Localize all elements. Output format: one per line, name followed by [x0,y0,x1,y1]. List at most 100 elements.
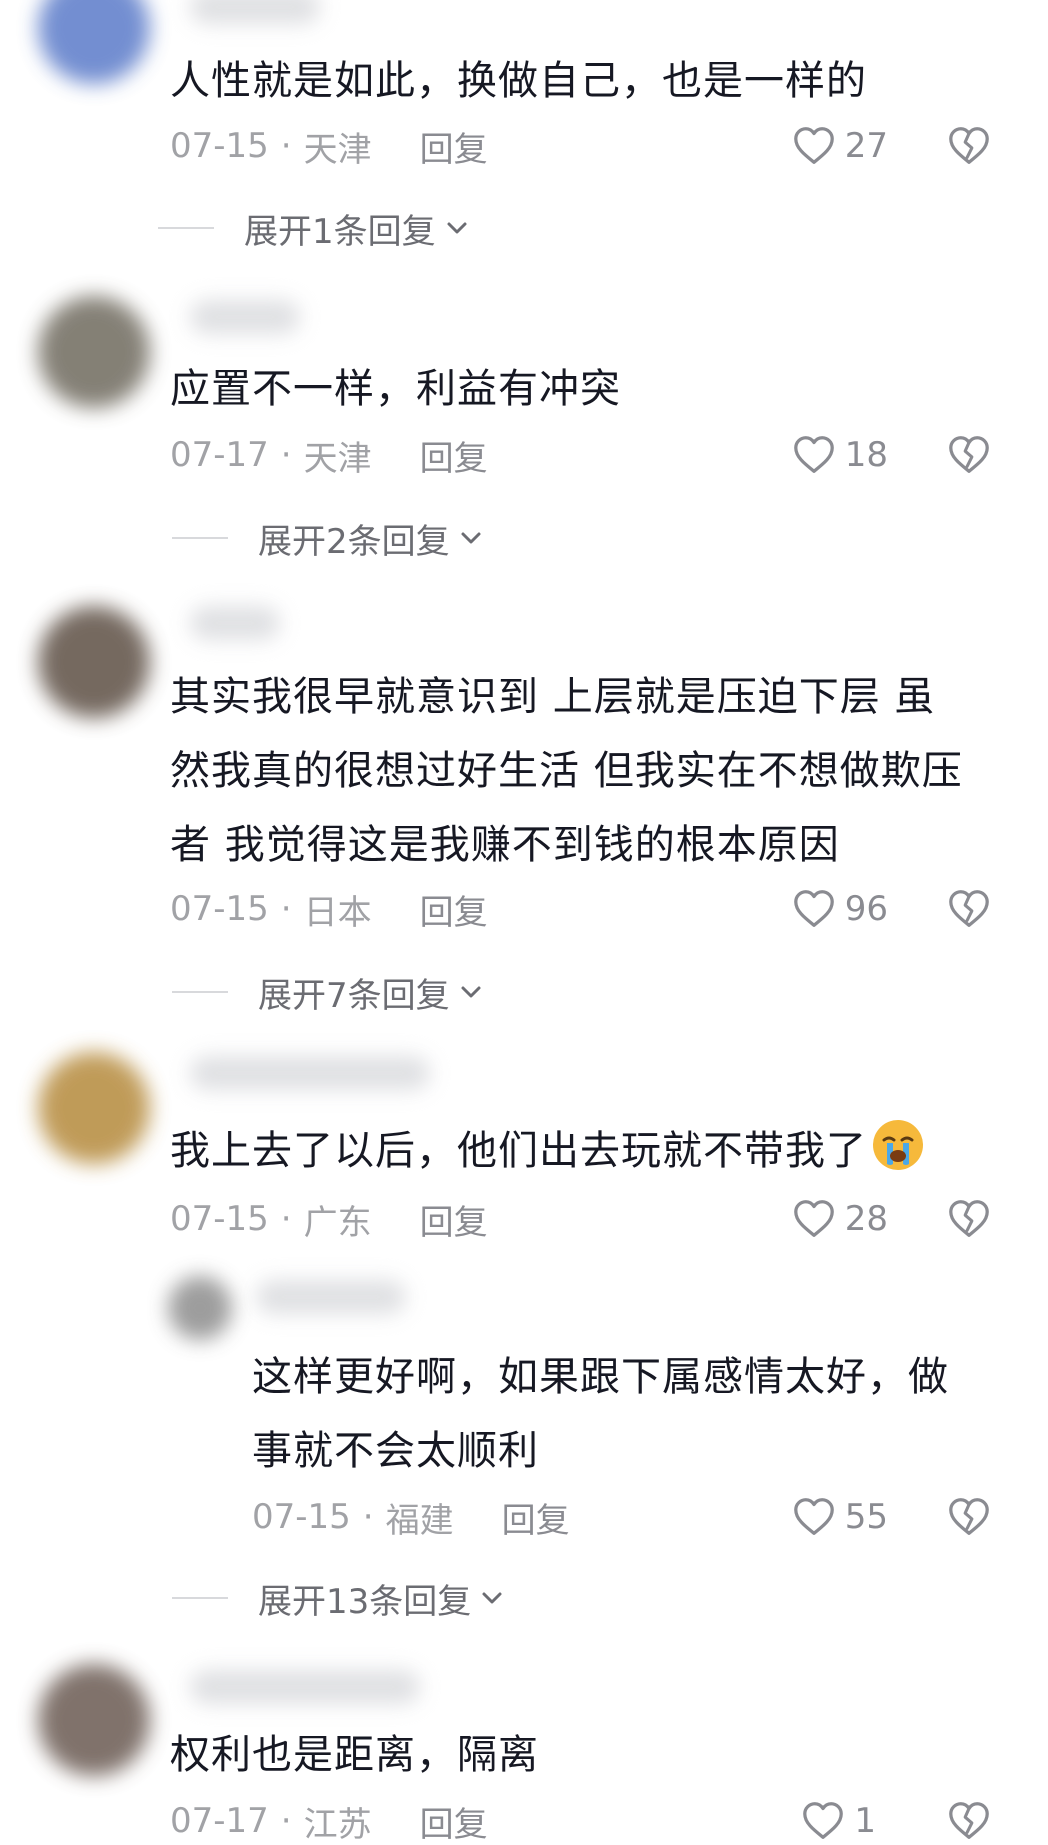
comment-meta: 07-15 · 天津 回复 [170,121,488,171]
username[interactable] [256,1280,406,1314]
chevron-down-icon [477,1583,507,1613]
broken-heart-icon [946,1196,992,1242]
chevron-down-icon [456,523,486,553]
comment-meta: 07-15 · 日本 回复 [170,884,488,934]
chevron-down-icon [442,213,472,243]
comment-date: 07-17 [170,1801,269,1841]
comment-text-content: 我上去了以后，他们出去玩就不带我了 [170,1128,867,1174]
username[interactable] [190,0,320,24]
comment-date: 07-15 [170,889,269,929]
chevron-down-icon [456,977,486,1007]
meta-separator: · [280,126,292,166]
reply-button[interactable]: 回复 [420,431,488,480]
comment-meta: 07-17 · 天津 回复 [170,430,488,480]
comment-location: 天津 [303,438,372,479]
reply-meta: 07-15 · 福建 回复 [252,1492,570,1542]
expand-replies-label: 展开7条回复 [258,975,450,1016]
like-button[interactable]: 55 [791,1492,888,1542]
like-count: 28 [844,1199,888,1239]
heart-outline-icon [791,1494,837,1540]
avatar[interactable] [38,1664,150,1776]
dislike-button[interactable] [946,1492,992,1542]
comment-date: 07-15 [170,1199,269,1239]
meta-separator: · [280,889,292,929]
username[interactable] [190,300,300,334]
username[interactable] [190,1670,420,1704]
meta-separator: · [280,1801,292,1841]
expand-replies-label: 展开1条回复 [244,211,436,252]
comment-location: 江苏 [303,1804,372,1845]
reply-text-line: 事就不会太顺利 [252,1428,539,1474]
comment-location: 广东 [303,1202,372,1243]
dislike-button[interactable] [946,1796,992,1845]
reply-button[interactable]: 回复 [502,1493,570,1542]
comment-meta: 07-15 · 广东 回复 [170,1194,488,1244]
dislike-button[interactable] [946,430,992,480]
reply-text-line: 这样更好啊，如果跟下属感情太好，做 [252,1354,949,1400]
dislike-button[interactable] [946,1194,992,1244]
like-count: 55 [844,1497,888,1537]
dislike-button[interactable] [946,884,992,934]
expand-replies-label: 展开2条回复 [258,521,450,562]
expand-replies-button[interactable]: 展开7条回复 [172,970,486,1016]
avatar[interactable] [38,296,150,408]
like-button[interactable]: 96 [791,884,888,934]
reply-text: 这样更好啊，如果跟下属感情太好，做 事就不会太顺利 [252,1340,1008,1488]
reply-button[interactable]: 回复 [420,122,488,171]
reply-button[interactable]: 回复 [420,1195,488,1244]
heart-outline-icon [791,886,837,932]
divider-line [172,537,228,539]
comment-text: 其实我很早就意识到 上层就是压迫下层 虽 然我真的很想过好生活 但我实在不想做欺… [170,660,1008,882]
comment-text: 我上去了以后，他们出去玩就不带我了 [170,1114,1008,1188]
heart-outline-icon [791,432,837,478]
like-count: 96 [844,889,888,929]
heart-outline-icon [800,1798,846,1844]
username[interactable] [190,1056,430,1090]
expand-replies-button[interactable]: 展开13条回复 [172,1576,507,1622]
like-count: 27 [844,126,888,166]
heart-outline-icon [791,123,837,169]
avatar[interactable] [168,1276,232,1340]
reply-button[interactable]: 回复 [420,885,488,934]
comment-text-line: 者 我觉得这是我赚不到钱的根本原因 [170,822,840,868]
crying-face-emoji-icon [871,1118,925,1172]
avatar[interactable] [38,606,150,718]
expand-replies-label: 展开13条回复 [258,1581,472,1622]
dislike-button[interactable] [946,121,992,171]
comment-text: 权利也是距离，隔离 [170,1732,539,1778]
comment-location: 日本 [303,892,372,933]
comment-date: 07-17 [170,435,269,475]
meta-separator: · [280,1199,292,1239]
username[interactable] [190,606,280,640]
reply-location: 福建 [385,1500,454,1541]
like-count: 1 [854,1801,876,1841]
avatar[interactable] [38,0,150,84]
like-button[interactable]: 1 [800,1796,876,1845]
comment-text: 人性就是如此，换做自己，也是一样的 [170,58,867,104]
broken-heart-icon [946,1494,992,1540]
avatar[interactable] [38,1052,150,1164]
comment-date: 07-15 [170,126,269,166]
like-count: 18 [844,435,888,475]
comment-meta: 07-17 · 江苏 回复 [170,1796,488,1845]
like-button[interactable]: 18 [791,430,888,480]
divider-line [172,991,228,993]
like-button[interactable]: 27 [791,121,888,171]
broken-heart-icon [946,123,992,169]
comment-text-line: 然我真的很想过好生活 但我实在不想做欺压 [170,748,963,794]
meta-separator: · [362,1497,374,1537]
broken-heart-icon [946,432,992,478]
like-button[interactable]: 28 [791,1194,888,1244]
broken-heart-icon [946,1798,992,1844]
comment-text-line: 其实我很早就意识到 上层就是压迫下层 虽 [170,674,936,720]
comment-location: 天津 [303,129,372,170]
comment-text: 应置不一样，利益有冲突 [170,366,621,412]
divider-line [158,227,214,229]
expand-replies-button[interactable]: 展开1条回复 [158,206,472,252]
reply-button[interactable]: 回复 [420,1797,488,1845]
reply-date: 07-15 [252,1497,351,1537]
meta-separator: · [280,435,292,475]
heart-outline-icon [791,1196,837,1242]
broken-heart-icon [946,886,992,932]
expand-replies-button[interactable]: 展开2条回复 [172,516,486,562]
